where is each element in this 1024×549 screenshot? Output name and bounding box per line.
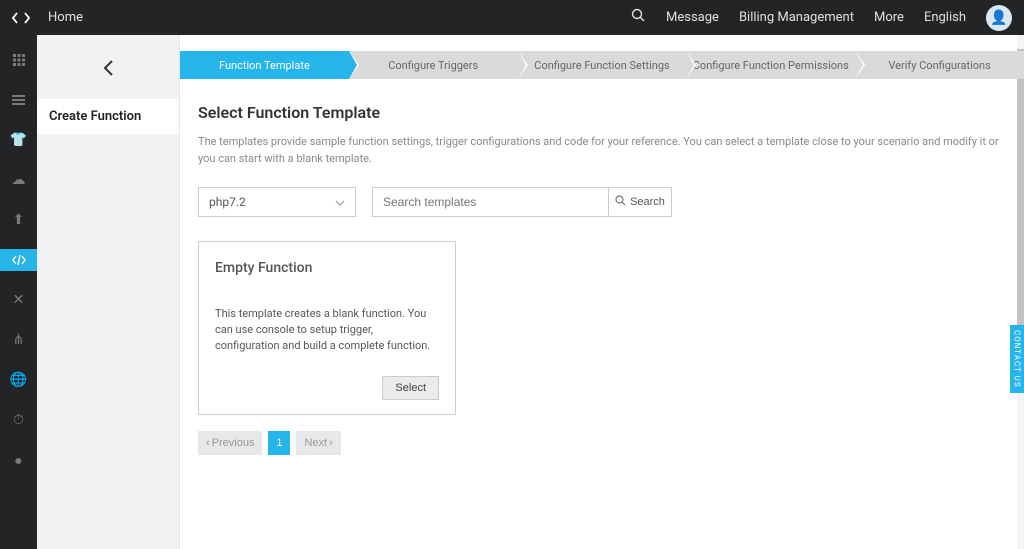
previous-label: Previous <box>212 437 255 449</box>
rail-dot-icon[interactable]: ● <box>0 449 37 471</box>
logo-icon[interactable] <box>12 11 30 25</box>
home-link[interactable]: Home <box>48 10 83 25</box>
rail-misc-icon[interactable]: ⏱ <box>0 409 37 431</box>
search-icon <box>615 195 626 209</box>
step-configure-triggers[interactable]: Configure Triggers <box>349 51 518 79</box>
chevron-right-icon: › <box>329 437 333 449</box>
search-button-label: Search <box>630 196 665 208</box>
template-card-description: This template creates a blank function. … <box>215 306 439 354</box>
top-navigation: Home Message Billing Management More Eng… <box>0 0 1024 35</box>
search-icon[interactable] <box>631 8 646 27</box>
create-function-item[interactable]: Create Function <box>37 99 179 134</box>
search-button[interactable]: Search <box>608 187 672 217</box>
rail-apps-icon[interactable] <box>0 49 37 71</box>
side-rail: 👕 ☁ ⬆ ✕ ⋔ 🌐 ⏱ ● <box>0 35 37 549</box>
scrollbar[interactable] <box>1017 35 1024 549</box>
message-link[interactable]: Message <box>666 10 719 25</box>
rail-code-icon[interactable] <box>0 249 37 271</box>
template-card: Empty Function This template creates a b… <box>198 241 456 415</box>
runtime-select[interactable]: php7.2 <box>198 187 356 217</box>
page-description: The templates provide sample function se… <box>198 134 1006 167</box>
page-1-button[interactable]: 1 <box>268 431 290 455</box>
chevron-left-icon: ‹ <box>206 437 210 449</box>
step-verify-configurations[interactable]: Verify Configurations <box>855 51 1024 79</box>
next-label: Next <box>304 437 327 449</box>
contact-us-tab[interactable]: CONTACT US <box>1010 325 1024 393</box>
step-function-settings[interactable]: Configure Function Settings <box>518 51 687 79</box>
next-button[interactable]: Next › <box>296 431 340 455</box>
page-title: Select Function Template <box>198 103 1006 122</box>
step-function-template[interactable]: Function Template <box>180 51 349 79</box>
rail-cloud-icon[interactable]: ☁ <box>0 169 37 191</box>
billing-link[interactable]: Billing Management <box>739 10 854 25</box>
avatar[interactable]: 👤 <box>986 5 1012 31</box>
left-panel: Create Function <box>37 35 180 549</box>
rail-globe-icon[interactable]: 🌐 <box>0 369 37 391</box>
content-area: Function Template Configure Triggers Con… <box>180 35 1024 549</box>
search-input[interactable] <box>372 187 608 217</box>
back-button[interactable] <box>37 59 179 77</box>
rail-nodes-icon[interactable]: ⋔ <box>0 329 37 351</box>
wizard-steps: Function Template Configure Triggers Con… <box>180 51 1024 79</box>
select-template-button[interactable]: Select <box>382 376 439 400</box>
language-link[interactable]: English <box>924 10 966 25</box>
rail-list-icon[interactable] <box>0 89 37 111</box>
rail-upload-icon[interactable]: ⬆ <box>0 209 37 231</box>
rail-shirt-icon[interactable]: 👕 <box>0 129 37 151</box>
chevron-down-icon <box>335 195 345 209</box>
rail-cross-icon[interactable]: ✕ <box>0 289 37 311</box>
step-function-permissions[interactable]: Configure Function Permissions <box>686 51 855 79</box>
pagination: ‹ Previous 1 Next › <box>198 431 1006 455</box>
more-link[interactable]: More <box>874 10 904 25</box>
template-card-title: Empty Function <box>215 260 439 276</box>
runtime-value: php7.2 <box>209 195 246 209</box>
previous-button[interactable]: ‹ Previous <box>198 431 262 455</box>
